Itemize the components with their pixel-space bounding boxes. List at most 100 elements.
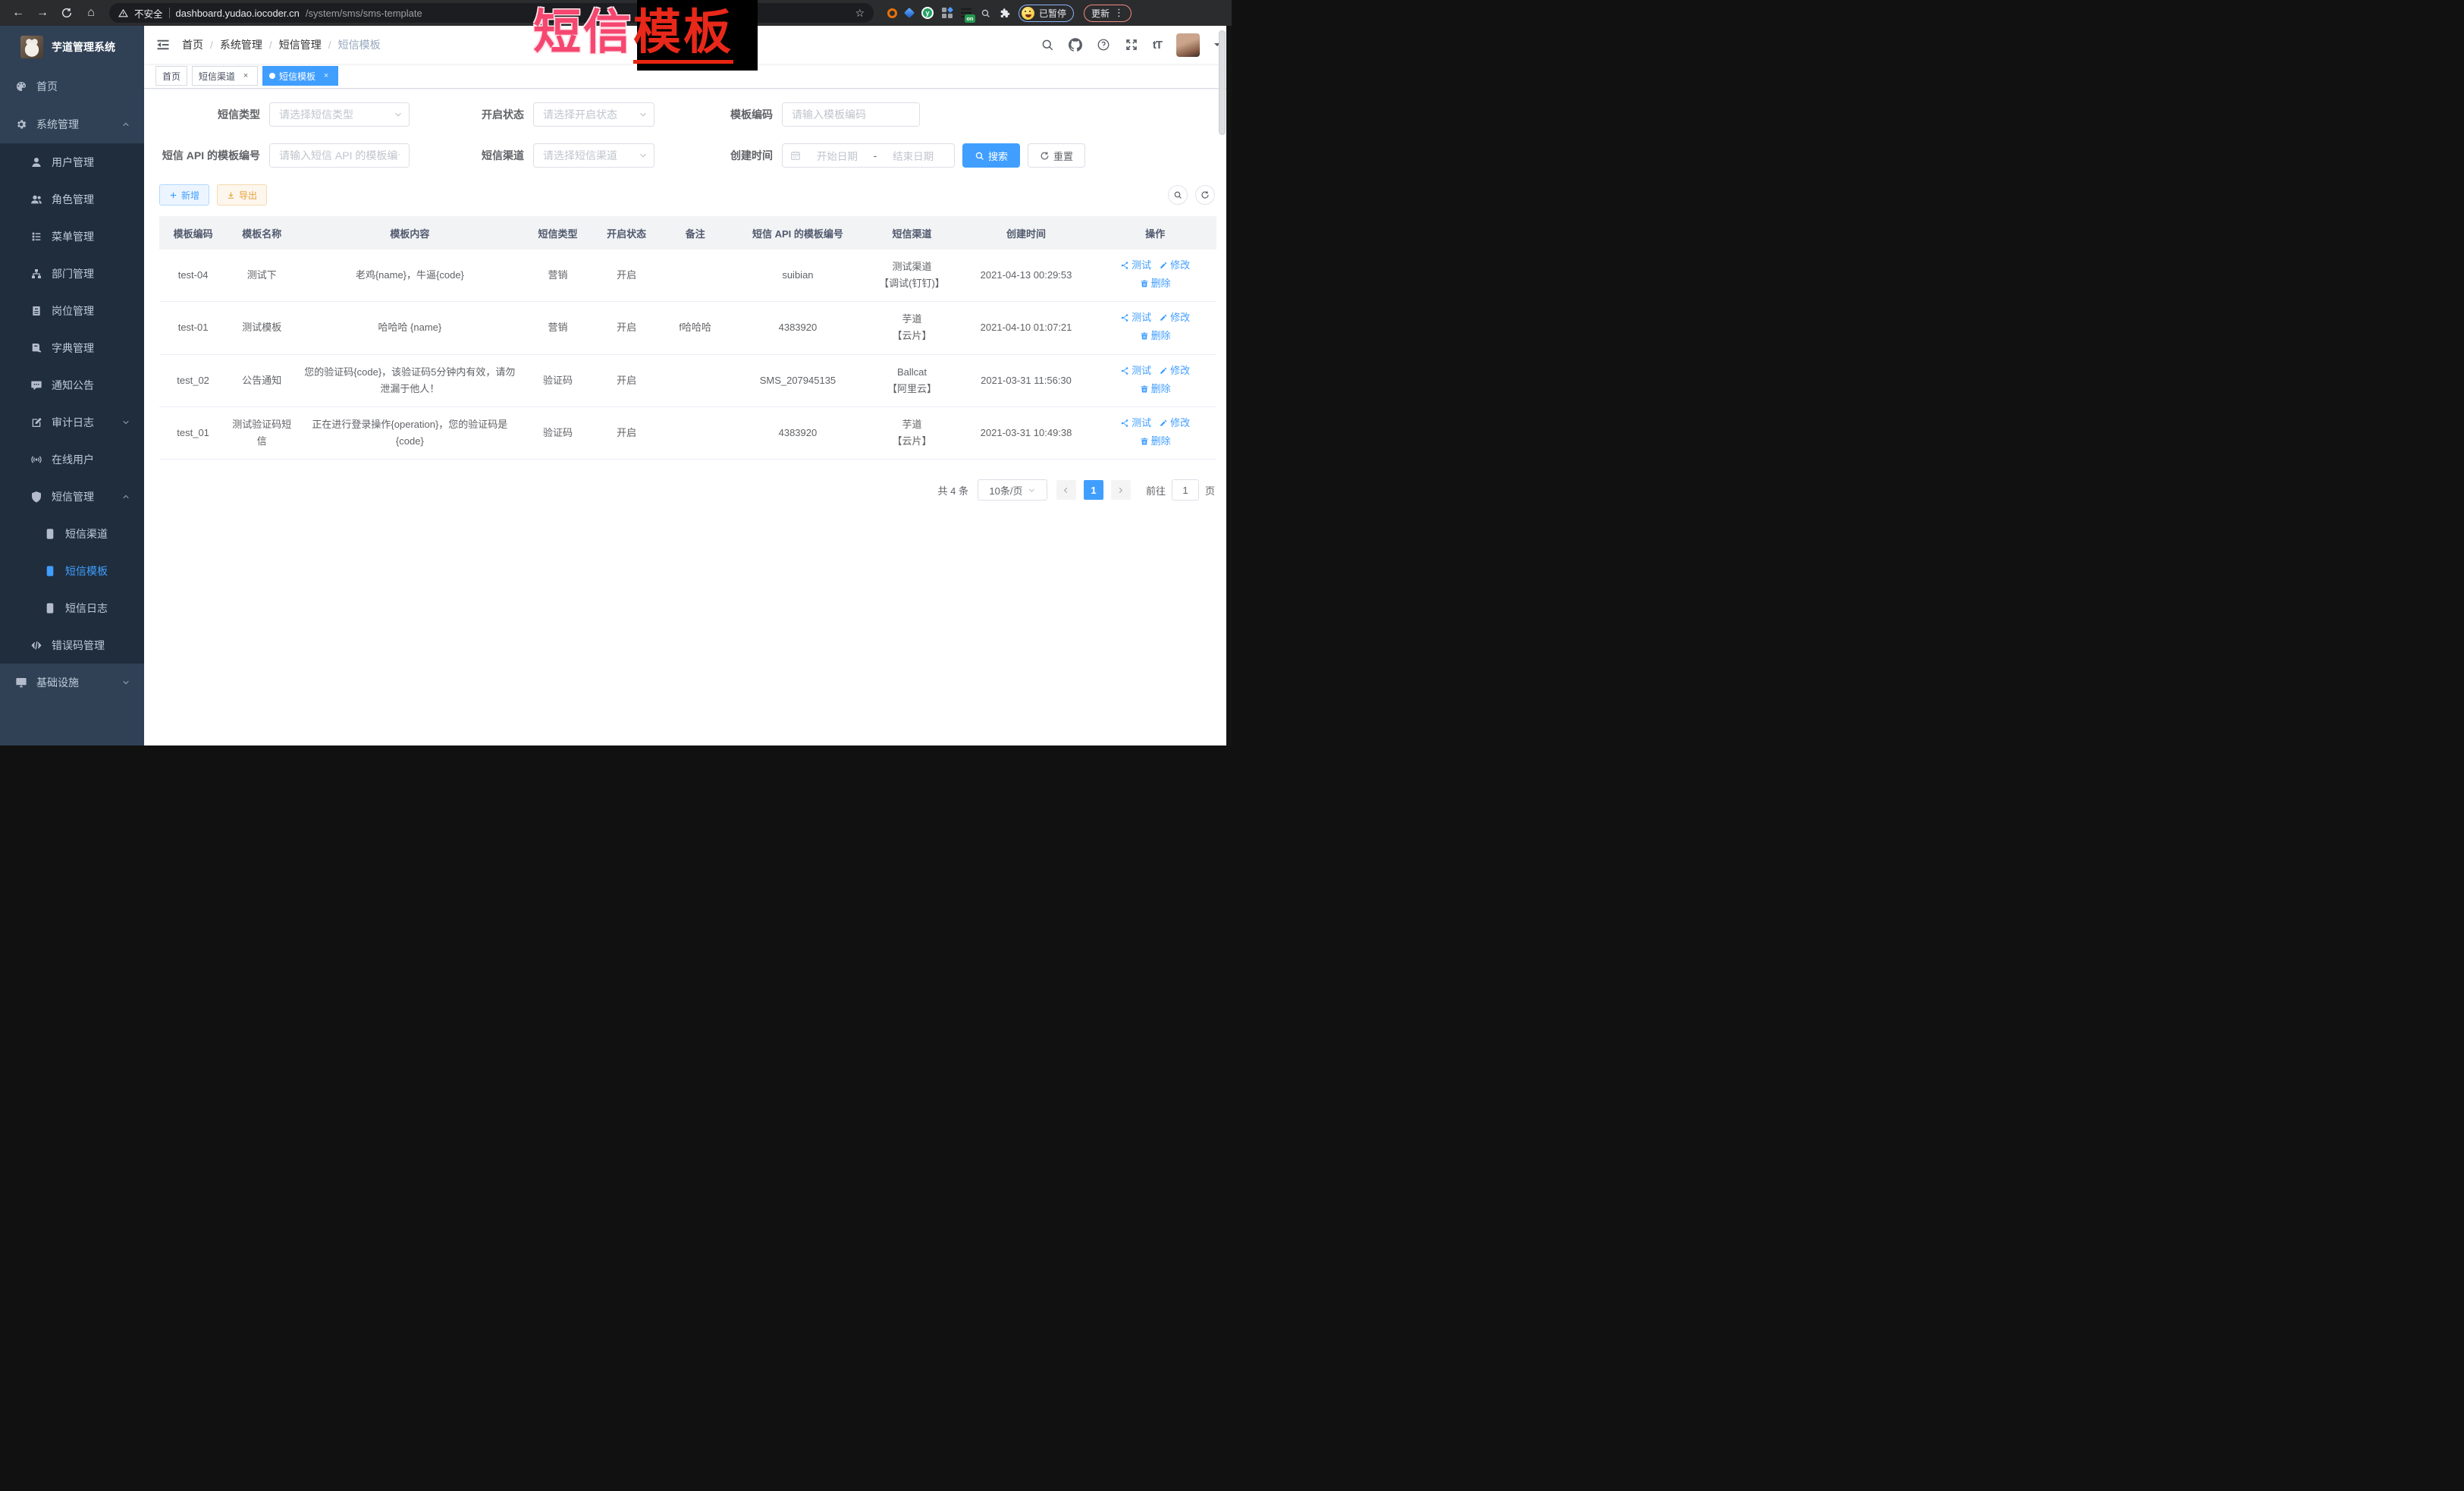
sms-type-select[interactable]: 请选择短信类型 xyxy=(269,102,410,127)
edit-link[interactable]: 修改 xyxy=(1159,257,1190,274)
reload-icon[interactable] xyxy=(58,7,76,19)
sidebar-item-通知公告[interactable]: 通知公告 xyxy=(0,366,144,403)
add-button[interactable]: 新增 xyxy=(159,184,209,206)
back-icon[interactable]: ← xyxy=(9,7,27,19)
breadcrumb: 首页/系统管理/短信管理/短信模板 xyxy=(182,37,381,52)
tab-短信渠道[interactable]: 短信渠道× xyxy=(192,66,258,86)
sidebar-item-首页[interactable]: 首页 xyxy=(0,67,144,105)
extensions-puzzle-icon[interactable] xyxy=(999,8,1010,19)
user-avatar[interactable] xyxy=(1176,33,1200,57)
column-header: 操作 xyxy=(1094,216,1216,250)
home-icon[interactable]: ⌂ xyxy=(82,7,100,19)
sidebar-item-部门管理[interactable]: 部门管理 xyxy=(0,255,144,292)
page-size-select[interactable]: 10条/页 xyxy=(978,479,1047,501)
breadcrumb-item[interactable]: 短信管理 xyxy=(279,37,322,52)
close-icon[interactable]: × xyxy=(240,71,251,80)
edit-link[interactable]: 修改 xyxy=(1159,415,1190,432)
edit-link[interactable]: 修改 xyxy=(1159,309,1190,326)
cell-content: 您的验证码{code}，该验证码5分钟内有效，请勿泄漏于他人！ xyxy=(297,354,523,406)
sidebar-item-label: 首页 xyxy=(36,79,58,94)
sidebar-item-短信管理[interactable]: 短信管理 xyxy=(0,478,144,515)
reset-button[interactable]: 重置 xyxy=(1028,143,1085,168)
fullscreen-icon[interactable] xyxy=(1125,38,1138,52)
sidebar-item-基础设施[interactable]: 基础设施 xyxy=(0,664,144,702)
channel-placeholder: 请选择短信渠道 xyxy=(543,148,617,163)
page-number-1[interactable]: 1 xyxy=(1084,480,1103,500)
code-input[interactable] xyxy=(783,103,919,126)
refresh-icon-button[interactable] xyxy=(1195,185,1215,205)
ext-grid-icon[interactable] xyxy=(942,8,953,18)
sidebar-item-短信日志[interactable]: 短信日志 xyxy=(0,589,144,626)
cell-content: 哈哈哈 {name} xyxy=(297,302,523,354)
delete-link[interactable]: 删除 xyxy=(1140,275,1171,292)
profile-paused-pill[interactable]: 已暂停 xyxy=(1019,5,1074,22)
search-icon[interactable] xyxy=(1041,38,1054,52)
share-icon xyxy=(1120,366,1129,375)
delete-link[interactable]: 删除 xyxy=(1140,433,1171,450)
add-button-label: 新增 xyxy=(181,189,199,202)
api-id-input[interactable] xyxy=(270,144,409,167)
extensions-area: y on 已暂停 更新⋮ xyxy=(887,5,1132,22)
goto-page-input[interactable] xyxy=(1172,479,1199,501)
sidebar-menu: 首页系统管理用户管理角色管理菜单管理部门管理岗位管理字典管理通知公告审计日志在线… xyxy=(0,67,144,702)
ext-magnifier-icon[interactable] xyxy=(981,8,990,18)
export-button[interactable]: 导出 xyxy=(217,184,267,206)
sidebar-item-短信模板[interactable]: 短信模板 xyxy=(0,552,144,589)
test-link[interactable]: 测试 xyxy=(1120,257,1151,274)
edit-link[interactable]: 修改 xyxy=(1159,363,1190,379)
hamburger-icon[interactable] xyxy=(155,37,171,52)
github-icon[interactable] xyxy=(1069,38,1082,52)
help-icon[interactable] xyxy=(1097,38,1110,52)
cell-name: 测试验证码短信 xyxy=(227,406,297,459)
breadcrumb-separator: / xyxy=(210,39,213,51)
cell-api_id: 4383920 xyxy=(730,302,865,354)
scrollbar-thumb[interactable] xyxy=(1219,30,1226,135)
status-select[interactable]: 请选择开启状态 xyxy=(533,102,654,127)
browser-menu-icon[interactable]: ⋮ xyxy=(1114,7,1124,19)
address-bar[interactable]: 不安全 dashboard.yudao.iocoder.cn/system/sm… xyxy=(109,3,874,23)
sidebar-item-短信渠道[interactable]: 短信渠道 xyxy=(0,515,144,552)
show-search-icon-button[interactable] xyxy=(1168,185,1188,205)
ext-list-on-icon[interactable]: on xyxy=(961,8,972,18)
sidebar-item-label: 短信管理 xyxy=(52,489,94,504)
cell-remark xyxy=(661,406,730,459)
cell-code: test_01 xyxy=(159,406,227,459)
prev-page-button[interactable] xyxy=(1056,480,1076,500)
update-button[interactable]: 更新⋮ xyxy=(1084,5,1132,22)
action-label: 删除 xyxy=(1151,433,1171,450)
sidebar-item-系统管理[interactable]: 系统管理 xyxy=(0,105,144,143)
bookmark-star-icon[interactable]: ☆ xyxy=(855,7,865,20)
search-button[interactable]: 搜索 xyxy=(962,143,1020,168)
ext-y-icon[interactable]: y xyxy=(921,7,934,19)
test-link[interactable]: 测试 xyxy=(1120,363,1151,379)
tab-label: 短信模板 xyxy=(279,70,315,83)
sidebar-item-用户管理[interactable]: 用户管理 xyxy=(0,143,144,180)
channel-select[interactable]: 请选择短信渠道 xyxy=(533,143,654,168)
sidebar-item-菜单管理[interactable]: 菜单管理 xyxy=(0,218,144,255)
sidebar-item-在线用户[interactable]: 在线用户 xyxy=(0,441,144,478)
sidebar-item-角色管理[interactable]: 角色管理 xyxy=(0,180,144,218)
delete-link[interactable]: 删除 xyxy=(1140,328,1171,344)
breadcrumb-item[interactable]: 首页 xyxy=(182,37,203,52)
app-logo-row[interactable]: 芋道管理系统 xyxy=(0,26,144,67)
test-link[interactable]: 测试 xyxy=(1120,415,1151,432)
ext-ring-icon[interactable] xyxy=(887,8,897,18)
not-secure-warning-icon xyxy=(118,8,128,18)
next-page-button[interactable] xyxy=(1111,480,1131,500)
breadcrumb-item[interactable]: 系统管理 xyxy=(220,37,262,52)
font-size-icon[interactable]: tT xyxy=(1153,39,1162,52)
sidebar-item-错误码管理[interactable]: 错误码管理 xyxy=(0,626,144,664)
sidebar-item-岗位管理[interactable]: 岗位管理 xyxy=(0,292,144,329)
sidebar-item-审计日志[interactable]: 审计日志 xyxy=(0,403,144,441)
delete-link[interactable]: 删除 xyxy=(1140,381,1171,397)
close-icon[interactable]: × xyxy=(321,71,331,80)
ext-gem-icon[interactable] xyxy=(904,8,915,18)
tab-首页[interactable]: 首页 xyxy=(155,66,187,86)
forward-icon[interactable]: → xyxy=(33,7,52,19)
test-link[interactable]: 测试 xyxy=(1120,309,1151,326)
action-label: 修改 xyxy=(1170,363,1190,379)
tab-短信模板[interactable]: 短信模板 × xyxy=(262,66,338,86)
date-range-picker[interactable]: 开始日期 - 结束日期 xyxy=(782,143,955,168)
sidebar-item-字典管理[interactable]: 字典管理 xyxy=(0,329,144,366)
action-label: 测试 xyxy=(1132,257,1151,274)
